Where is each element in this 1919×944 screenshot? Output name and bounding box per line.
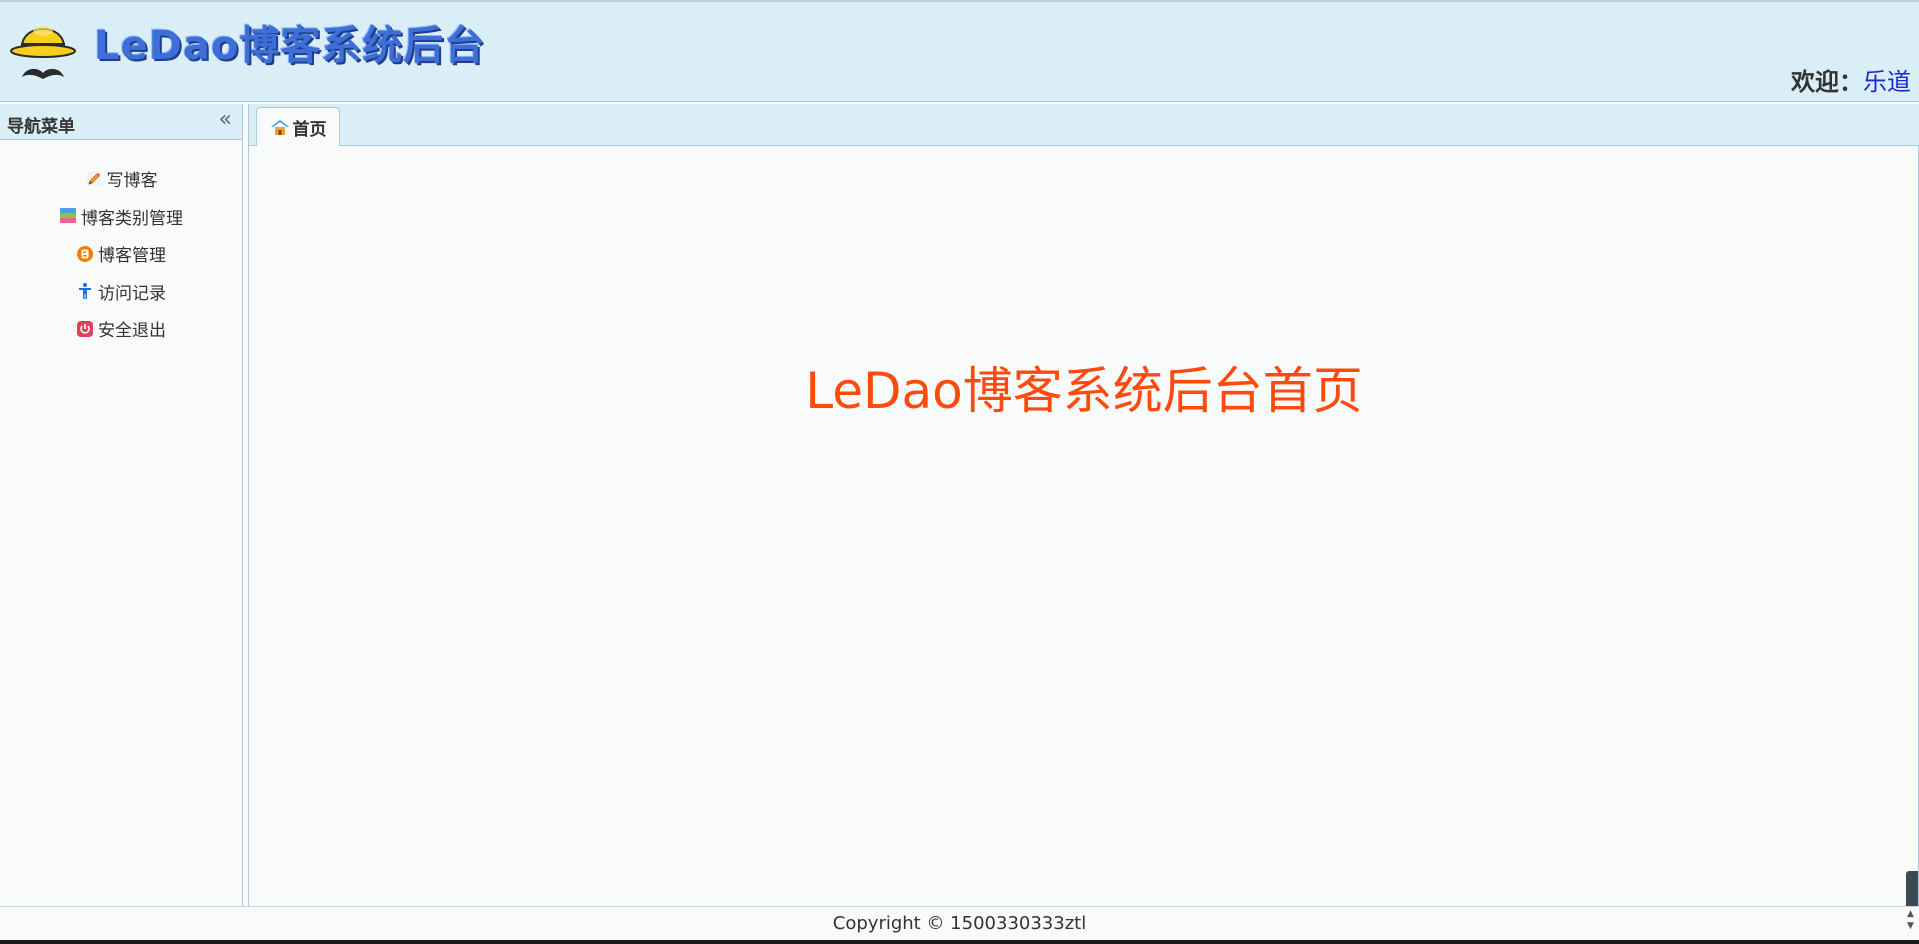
- app-window: LeDao博客系统后台 欢迎：乐道 导航菜单 « 写博客 博客类别管理 博客管理…: [0, 0, 1919, 944]
- blogger-icon: [77, 245, 93, 262]
- tabs-bar: 首页: [249, 104, 1919, 146]
- home-icon: [270, 120, 289, 135]
- top-header: LeDao博客系统后台 欢迎：乐道: [0, 0, 1919, 102]
- home-tab-content: LeDao博客系统后台首页: [249, 146, 1919, 944]
- main-panel: 首页 LeDao博客系统后台首页: [248, 104, 1919, 944]
- collapse-double-chevron-icon[interactable]: «: [219, 108, 232, 132]
- power-icon: [77, 320, 93, 337]
- tab-label: 首页: [292, 119, 327, 140]
- site-logo: LeDao博客系统后台: [10, 12, 485, 90]
- sidebar-item-label: 安全退出: [98, 321, 166, 342]
- sidebar-menu: 写博客 博客类别管理 博客管理 访问记录 安全退出: [0, 140, 242, 348]
- sidebar-item-write-blog[interactable]: 写博客: [0, 160, 242, 198]
- sidebar-title: 导航菜单: [7, 117, 75, 137]
- welcome-area: 欢迎：乐道: [1791, 62, 1911, 97]
- tab-home[interactable]: 首页: [256, 107, 340, 146]
- sidebar-item-label: 博客类别管理: [81, 208, 183, 229]
- sidebar-item-label: 访问记录: [98, 283, 166, 304]
- welcome-label: 欢迎：: [1791, 68, 1863, 96]
- logo-text: LeDao博客系统后台: [94, 23, 486, 69]
- pencil-icon: [86, 171, 101, 186]
- sidebar-item-blog-management[interactable]: 博客管理: [0, 235, 242, 273]
- sidebar-item-label: 博客管理: [98, 246, 166, 267]
- person-icon: [79, 283, 91, 300]
- scrollbar-arrows[interactable]: ▲ ▼: [1907, 908, 1917, 932]
- navigation-sidebar: 导航菜单 « 写博客 博客类别管理 博客管理 访问记录 安全退出: [0, 104, 243, 906]
- hat-mustache-logo-icon: [10, 26, 76, 79]
- footer: Copyright © 1500330333ztl: [0, 906, 1919, 940]
- sidebar-item-logout[interactable]: 安全退出: [0, 310, 242, 348]
- copyright-text: Copyright © 1500330333ztl: [832, 913, 1087, 934]
- category-icon: [60, 208, 76, 224]
- bottom-edge-bar: [0, 940, 1919, 944]
- sidebar-header: 导航菜单 «: [0, 104, 242, 140]
- sidebar-item-category-management[interactable]: 博客类别管理: [0, 198, 242, 236]
- sidebar-item-visit-records[interactable]: 访问记录: [0, 273, 242, 311]
- username-link[interactable]: 乐道: [1863, 68, 1911, 96]
- sidebar-item-label: 写博客: [106, 171, 158, 192]
- page-title: LeDao博客系统后台首页: [805, 362, 1363, 420]
